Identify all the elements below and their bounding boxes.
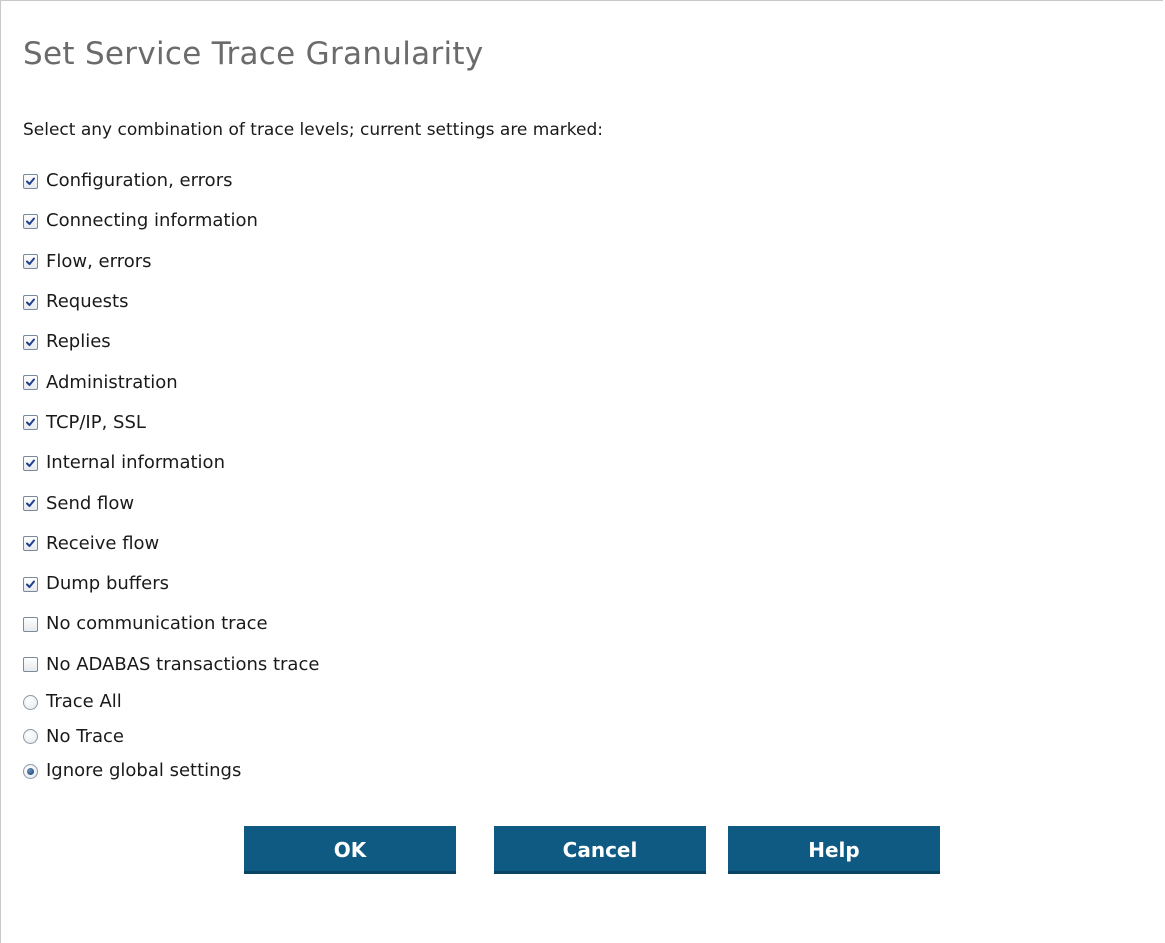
option-label: TCP/IP, SSL — [46, 411, 146, 433]
option-requests[interactable]: Requests — [23, 282, 319, 322]
page-title: Set Service Trace Granularity — [23, 36, 484, 72]
checkbox[interactable] — [23, 213, 38, 229]
checkbox[interactable] — [23, 455, 38, 471]
option-ignore-global-settings[interactable]: Ignore global settings — [23, 754, 319, 789]
cancel-button[interactable]: Cancel — [494, 826, 706, 874]
option-receive-flow[interactable]: Receive flow — [23, 524, 319, 564]
checkbox[interactable] — [23, 254, 38, 270]
option-administration[interactable]: Administration — [23, 362, 319, 402]
checkbox[interactable] — [23, 536, 38, 552]
checkbox[interactable] — [23, 576, 38, 592]
help-button[interactable]: Help — [728, 826, 940, 874]
checkmark-icon — [26, 177, 35, 185]
radio-button[interactable] — [23, 694, 38, 710]
option-label: No ADABAS transactions trace — [46, 653, 320, 675]
option-label: Receive flow — [46, 532, 160, 554]
checkmark-icon — [26, 580, 35, 588]
radio-selected-dot-icon — [27, 767, 34, 775]
trace-options-list: Configuration, errors Connecting informa… — [23, 161, 319, 788]
option-configuration-errors[interactable]: Configuration, errors — [23, 161, 319, 201]
checkmark-icon — [26, 298, 35, 306]
checkmark-icon — [26, 499, 35, 508]
option-flow-errors[interactable]: Flow, errors — [23, 242, 319, 282]
option-label: Administration — [46, 371, 178, 393]
option-label: Trace All — [46, 691, 122, 713]
instruction-text: Select any combination of trace levels; … — [23, 120, 603, 140]
checkbox[interactable] — [23, 173, 38, 189]
checkbox[interactable] — [23, 657, 38, 673]
checkmark-icon — [26, 378, 35, 387]
checkmark-icon — [26, 459, 35, 467]
option-replies[interactable]: Replies — [23, 322, 319, 362]
button-row: OK Cancel Help — [1, 826, 1165, 874]
checkmark-icon — [26, 338, 35, 346]
checkbox[interactable] — [23, 496, 38, 512]
option-label: No Trace — [46, 725, 124, 747]
checkbox[interactable] — [23, 334, 38, 350]
option-label: Connecting information — [46, 210, 258, 232]
option-label: No communication trace — [46, 613, 268, 635]
radio-button[interactable] — [23, 729, 38, 745]
checkmark-icon — [26, 257, 35, 266]
option-send-flow[interactable]: Send flow — [23, 483, 319, 523]
radio-button[interactable] — [23, 763, 38, 779]
checkmark-icon — [26, 539, 35, 548]
option-label: Requests — [46, 291, 129, 313]
checkbox[interactable] — [23, 415, 38, 431]
dialog-frame: Set Service Trace Granularity Select any… — [0, 0, 1163, 943]
option-label: Configuration, errors — [46, 170, 233, 192]
option-label: Send flow — [46, 492, 135, 514]
option-connecting-information[interactable]: Connecting information — [23, 201, 319, 241]
option-tcpip-ssl[interactable]: TCP/IP, SSL — [23, 403, 319, 443]
option-no-adabas-transactions-trace[interactable]: No ADABAS transactions trace — [23, 645, 319, 685]
option-label: Dump buffers — [46, 573, 170, 595]
option-internal-information[interactable]: Internal information — [23, 443, 319, 483]
option-trace-all[interactable]: Trace All — [23, 685, 319, 720]
checkbox[interactable] — [23, 294, 38, 310]
option-label: Flow, errors — [46, 250, 152, 272]
option-dump-buffers[interactable]: Dump buffers — [23, 564, 319, 604]
checkmark-icon — [26, 217, 35, 225]
checkmark-icon — [26, 418, 35, 427]
option-no-trace[interactable]: No Trace — [23, 719, 319, 754]
option-label: Internal information — [46, 452, 225, 474]
option-label: Ignore global settings — [46, 760, 242, 782]
option-label: Replies — [46, 331, 111, 353]
checkbox[interactable] — [23, 375, 38, 391]
option-no-communication-trace[interactable]: No communication trace — [23, 604, 319, 644]
checkbox[interactable] — [23, 616, 38, 632]
ok-button[interactable]: OK — [244, 826, 456, 874]
